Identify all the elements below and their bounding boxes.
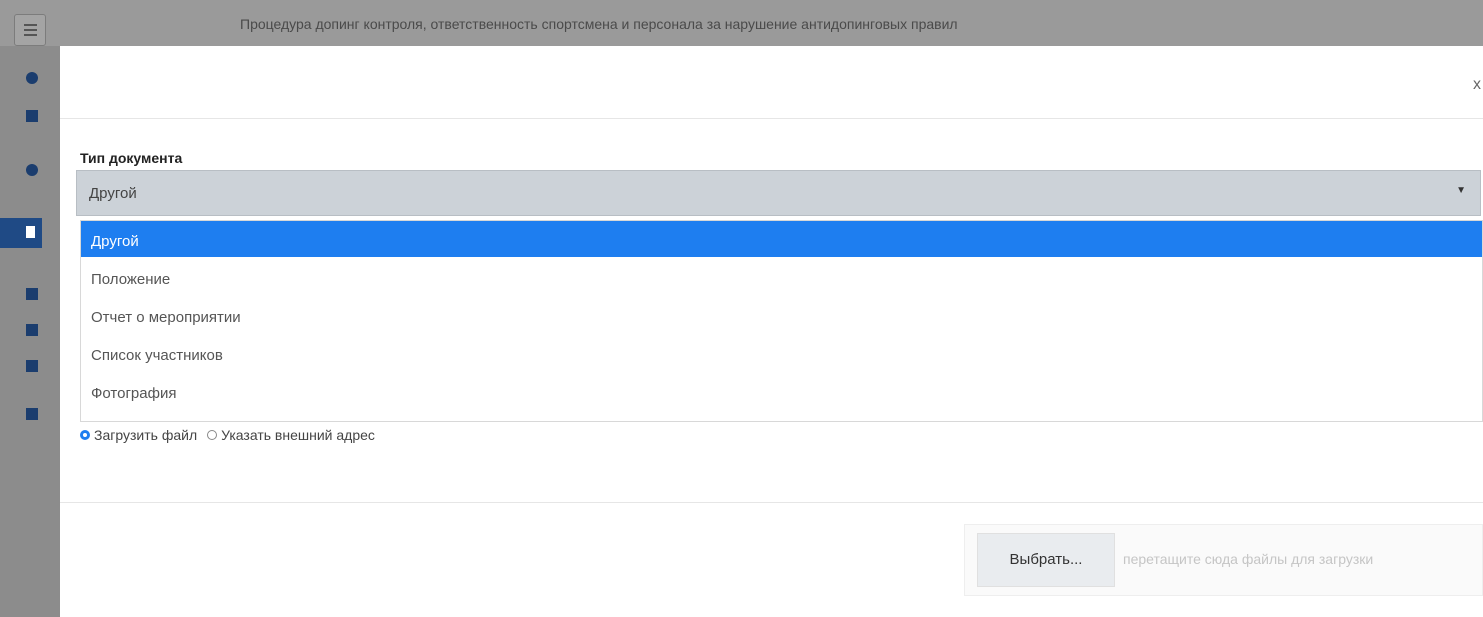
document-type-label: Тип документа — [80, 150, 183, 166]
key-icon[interactable] — [26, 288, 38, 300]
selected-value: Другой — [89, 185, 137, 202]
play-icon[interactable] — [26, 408, 38, 420]
upload-file-label[interactable]: Загрузить файл — [94, 427, 197, 443]
sidebar-active-item[interactable] — [0, 218, 42, 248]
external-url-radio[interactable] — [207, 430, 218, 440]
source-radio-group: Загрузить файл Указать внешний адрес — [80, 427, 375, 443]
drop-hint: перетащите сюда файлы для загрузки — [1123, 551, 1374, 567]
close-icon[interactable]: x — [1473, 76, 1481, 94]
option-photo[interactable]: Фотография — [81, 373, 1482, 409]
users-icon[interactable] — [26, 110, 38, 122]
external-url-label[interactable]: Указать внешний адрес — [221, 427, 375, 443]
page-title: Процедура допинг контроля, ответственнос… — [240, 16, 958, 32]
upload-file-radio[interactable] — [80, 430, 90, 440]
info-icon[interactable] — [26, 72, 38, 84]
file-drop-zone[interactable]: Выбрать... перетащите сюда файлы для заг… — [964, 524, 1483, 596]
caret-down-icon: ▼ — [1456, 185, 1466, 196]
divider — [60, 502, 1483, 503]
print-icon[interactable] — [26, 360, 38, 372]
document-type-select[interactable]: Другой ▼ — [76, 170, 1481, 216]
menu-icon[interactable] — [14, 14, 46, 46]
upload-document-modal: x Тип документа Другой ▼ Другой Положени… — [60, 46, 1483, 617]
sidebar — [0, 46, 60, 617]
divider — [60, 118, 1483, 119]
info-icon[interactable] — [26, 164, 38, 176]
top-bar: Процедура допинг контроля, ответственнос… — [0, 0, 1483, 46]
option-regulation[interactable]: Положение — [81, 259, 1482, 295]
option-other[interactable]: Другой — [81, 221, 1482, 257]
choose-file-button[interactable]: Выбрать... — [977, 533, 1115, 587]
option-event-report[interactable]: Отчет о мероприятии — [81, 297, 1482, 333]
document-type-dropdown: Другой Положение Отчет о мероприятии Спи… — [80, 220, 1483, 422]
option-participants-list[interactable]: Список участников — [81, 335, 1482, 371]
video-icon[interactable] — [26, 324, 38, 336]
document-icon[interactable] — [26, 226, 35, 238]
